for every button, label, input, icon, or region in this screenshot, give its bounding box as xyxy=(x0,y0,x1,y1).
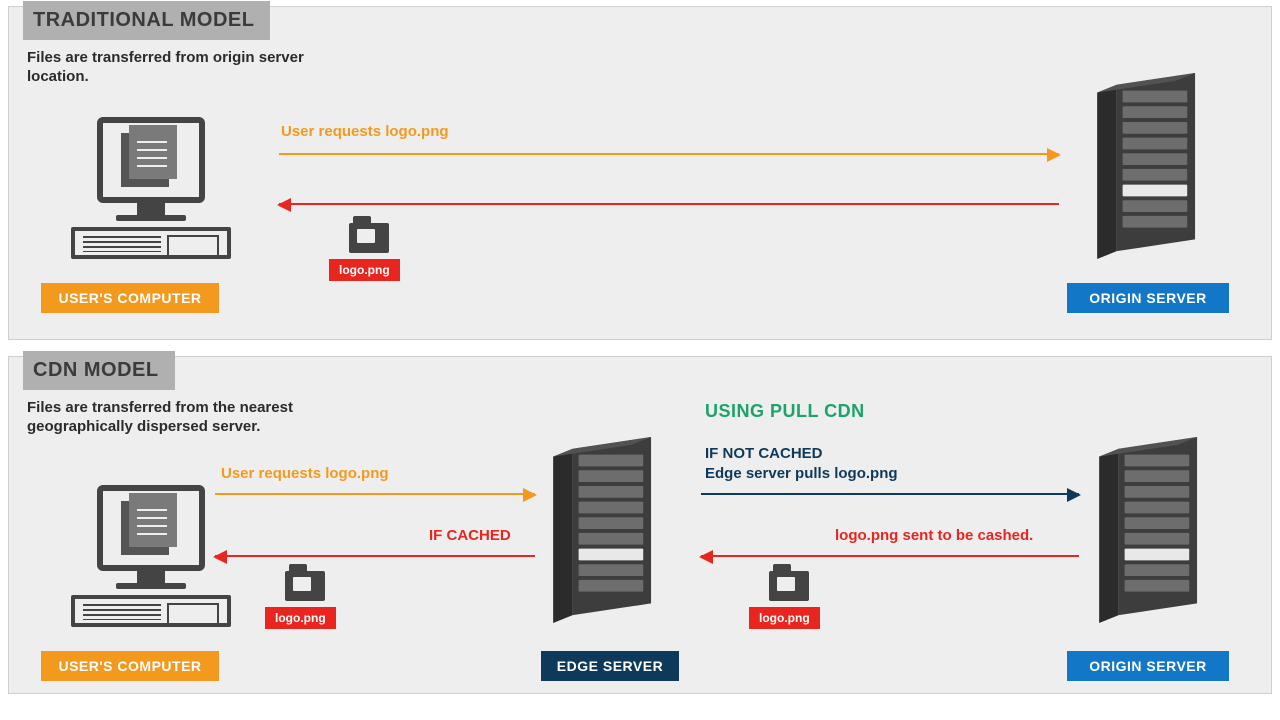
panel-title: TRADITIONAL MODEL xyxy=(23,1,270,40)
origin-response-arrow xyxy=(701,555,1079,557)
user-request-arrow xyxy=(215,493,535,495)
edge-server-label: EDGE SERVER xyxy=(541,651,679,681)
user-computer-icon xyxy=(71,117,231,259)
edge-pull-label: Edge server pulls logo.png xyxy=(705,465,898,482)
origin-server-icon xyxy=(1093,437,1213,623)
panel-description: Files are transferred from the nearest g… xyxy=(27,399,387,437)
file-badge: logo.png xyxy=(265,607,336,629)
file-folder-icon xyxy=(285,571,325,601)
if-not-cached-label: IF NOT CACHED xyxy=(705,445,823,462)
user-computer-label: USER'S COMPUTER xyxy=(41,651,219,681)
user-computer-icon xyxy=(71,485,231,627)
pull-cdn-title: USING PULL CDN xyxy=(705,401,865,422)
origin-server-label: ORIGIN SERVER xyxy=(1067,651,1229,681)
file-badge: logo.png xyxy=(329,259,400,281)
user-computer-label: USER'S COMPUTER xyxy=(41,283,219,313)
file-folder-icon xyxy=(349,223,389,253)
cached-response-arrow xyxy=(215,555,535,557)
request-arrow-label: User requests logo.png xyxy=(281,123,449,140)
origin-server-label: ORIGIN SERVER xyxy=(1067,283,1229,313)
origin-server-icon xyxy=(1091,73,1211,259)
file-folder-icon xyxy=(769,571,809,601)
traditional-model-panel: TRADITIONAL MODEL Files are transferred … xyxy=(8,6,1272,340)
cdn-model-panel: CDN MODEL Files are transferred from the… xyxy=(8,356,1272,694)
user-request-label: User requests logo.png xyxy=(221,465,389,482)
if-cached-label: IF CACHED xyxy=(429,527,511,544)
edge-pull-arrow xyxy=(701,493,1079,495)
response-arrow xyxy=(279,203,1059,205)
sent-to-cache-label: logo.png sent to be cashed. xyxy=(835,527,1033,544)
file-badge: logo.png xyxy=(749,607,820,629)
panel-title: CDN MODEL xyxy=(23,351,175,390)
edge-server-icon xyxy=(547,437,667,623)
panel-description: Files are transferred from origin server… xyxy=(27,49,367,87)
request-arrow xyxy=(279,153,1059,155)
